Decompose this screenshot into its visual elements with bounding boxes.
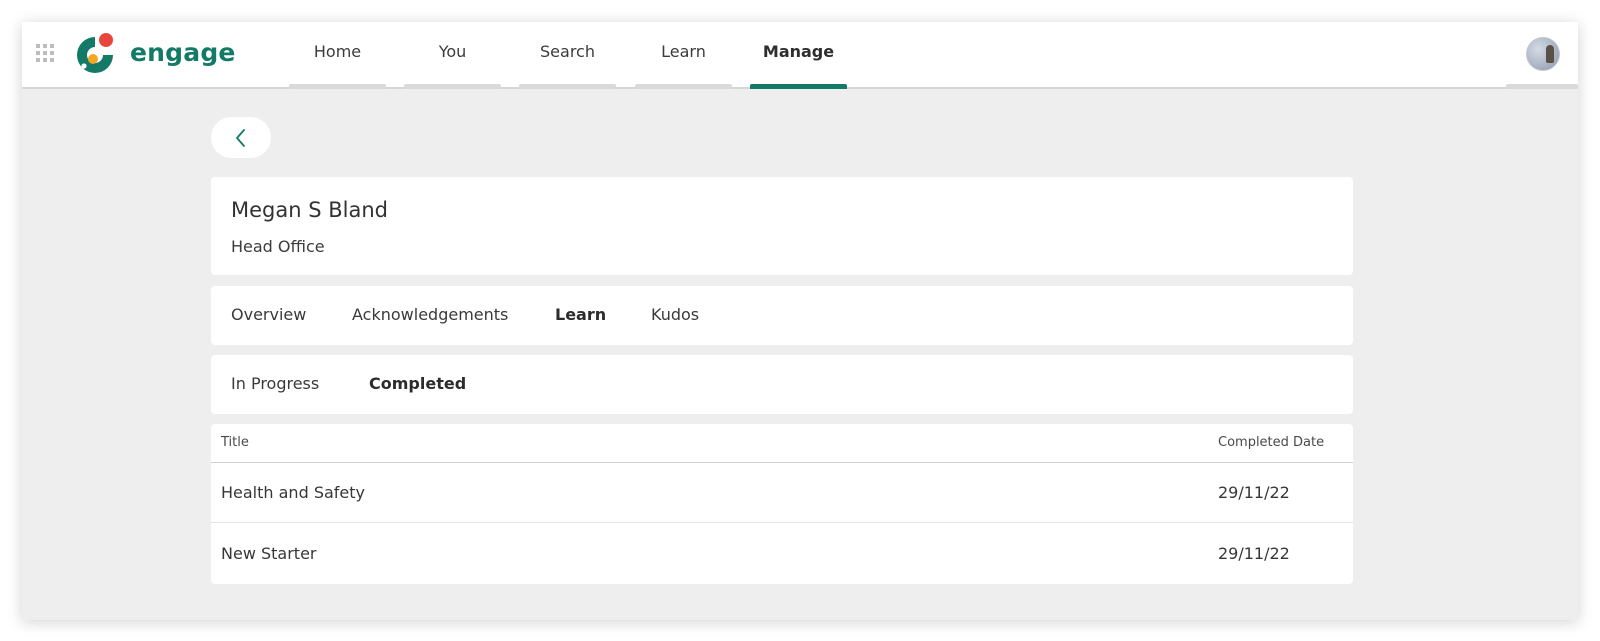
table-row[interactable]: Health and Safety 29/11/22 <box>211 463 1353 523</box>
nav-learn-indicator <box>635 84 732 89</box>
engage-logo-icon[interactable] <box>72 32 118 78</box>
user-avatar[interactable] <box>1526 37 1560 71</box>
tab-kudos[interactable]: Kudos <box>651 305 699 324</box>
nav-home-indicator <box>289 84 386 89</box>
tab-overview[interactable]: Overview <box>231 305 306 324</box>
avatar-figure <box>1546 45 1554 63</box>
tab-acknowledgements[interactable]: Acknowledgements <box>352 305 508 324</box>
nav-learn[interactable]: Learn <box>635 22 732 89</box>
table-row[interactable]: New Starter 29/11/22 <box>211 524 1353 584</box>
row-title: New Starter <box>221 544 317 563</box>
nav-you-indicator <box>404 84 501 89</box>
nav-you-label: You <box>438 42 467 61</box>
profile-location: Head Office <box>231 237 325 256</box>
back-button[interactable] <box>211 117 271 158</box>
completed-courses-table: Title Completed Date Health and Safety 2… <box>211 424 1353 584</box>
top-navigation-bar: engage Home You Search Learn Manage <box>22 22 1578 89</box>
app-window: engage Home You Search Learn Manage Mega… <box>22 22 1578 620</box>
nav-manage-label: Manage <box>762 42 835 61</box>
engage-logo-text[interactable]: engage <box>130 35 236 71</box>
column-header-title[interactable]: Title <box>221 435 249 450</box>
nav-learn-label: Learn <box>661 42 706 61</box>
nav-search-label: Search <box>540 42 595 61</box>
row-completed-date: 29/11/22 <box>1218 483 1290 502</box>
table-header: Title Completed Date <box>211 424 1353 463</box>
profile-tabs: Overview Acknowledgements Learn Kudos <box>211 286 1353 345</box>
nav-you[interactable]: You <box>404 22 501 89</box>
learn-subtabs: In Progress Completed <box>211 355 1353 414</box>
row-title: Health and Safety <box>221 483 365 502</box>
nav-manage-indicator <box>750 84 847 89</box>
nav-search-indicator <box>519 84 616 89</box>
subtab-completed[interactable]: Completed <box>369 374 466 393</box>
nav-search[interactable]: Search <box>519 22 616 89</box>
nav-home-label: Home <box>313 42 362 61</box>
column-header-completed-date[interactable]: Completed Date <box>1218 435 1324 450</box>
profile-card: Megan S Bland Head Office <box>211 177 1353 275</box>
tab-learn[interactable]: Learn <box>555 305 606 324</box>
nav-manage[interactable]: Manage <box>750 22 847 89</box>
chevron-left-icon <box>236 128 245 147</box>
avatar-indicator <box>1506 84 1578 89</box>
profile-name: Megan S Bland <box>231 198 388 222</box>
nav-home[interactable]: Home <box>289 22 386 89</box>
subtab-in-progress[interactable]: In Progress <box>231 374 319 393</box>
app-launcher-icon[interactable] <box>36 44 54 62</box>
row-completed-date: 29/11/22 <box>1218 544 1290 563</box>
